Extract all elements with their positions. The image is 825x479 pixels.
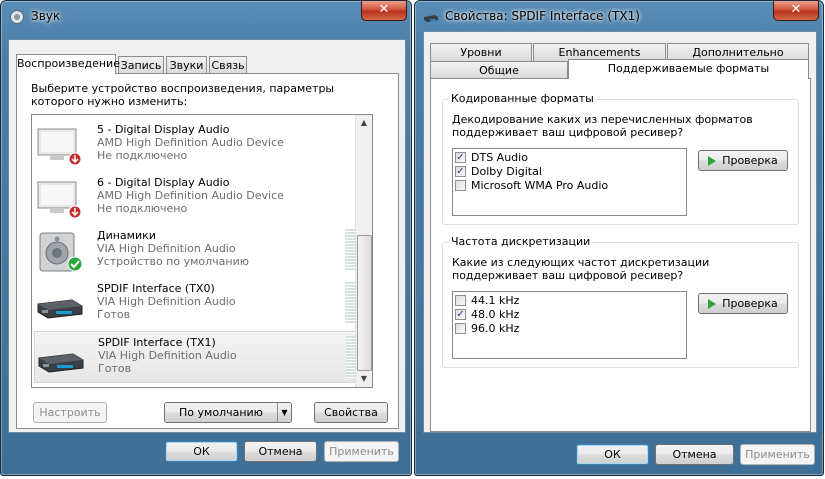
instruction-text: Выберите устройство воспроизведения, пар… bbox=[31, 82, 335, 108]
device-status: Готов bbox=[97, 308, 131, 321]
tab-supported-formats[interactable]: Поддерживаемые форматы bbox=[568, 59, 809, 79]
sound-client: Воспроизведение Запись Звуки Связь Выбер… bbox=[8, 39, 406, 433]
properties-titlebar[interactable]: Свойства: SPDIF Interface (TX1) ✕ bbox=[415, 1, 823, 31]
device-name: SPDIF Interface (TX1) bbox=[98, 336, 216, 349]
set-default-label: По умолчанию bbox=[179, 406, 263, 419]
play-icon bbox=[708, 156, 717, 166]
sample-rate-group: Частота дискретизации Какие из следующих… bbox=[442, 235, 799, 368]
device-name: 5 - Digital Display Audio bbox=[97, 123, 230, 136]
formats-panel: Кодированные форматы Декодирование каких… bbox=[430, 78, 811, 432]
test-encoded-button[interactable]: Проверка bbox=[698, 150, 788, 171]
sample-rate-title: Частота дискретизации bbox=[449, 235, 593, 248]
list-item[interactable]: SPDIF Interface (TX0) VIA High Definitio… bbox=[34, 278, 362, 330]
list-item[interactable]: Динамики VIA High Definition Audio Устро… bbox=[34, 225, 362, 277]
device-name: Динамики bbox=[97, 229, 156, 242]
device-driver: VIA High Definition Audio bbox=[98, 349, 237, 362]
format-label: Microsoft WMA Pro Audio bbox=[471, 179, 609, 192]
encoded-formats-list[interactable]: ✓ DTS Audio ✓ Dolby Digital Microsoft WM… bbox=[452, 148, 687, 216]
test-label: Проверка bbox=[722, 154, 778, 167]
apply-button[interactable]: Применить bbox=[740, 444, 815, 465]
test-label: Проверка bbox=[722, 297, 778, 310]
rate-question: Какие из следующих частот дискретизации … bbox=[452, 256, 710, 282]
checkbox-96[interactable] bbox=[455, 323, 466, 334]
device-list-scrollbar[interactable]: ▲ ▼ bbox=[355, 115, 372, 387]
play-icon bbox=[708, 299, 717, 309]
test-rate-button[interactable]: Проверка bbox=[698, 293, 788, 314]
rate-label: 44.1 kHz bbox=[471, 294, 520, 307]
tab-levels[interactable]: Уровни bbox=[430, 43, 532, 61]
device-status: Не подключено bbox=[97, 149, 188, 162]
properties-window: Свойства: SPDIF Interface (TX1) ✕ Уровни… bbox=[414, 0, 824, 476]
playback-panel: Выберите устройство воспроизведения, пар… bbox=[16, 73, 399, 429]
apply-button[interactable]: Применить bbox=[324, 441, 399, 462]
scroll-up-icon[interactable]: ▲ bbox=[356, 115, 372, 131]
rate-label: 48.0 kHz bbox=[471, 308, 520, 321]
encoded-formats-title: Кодированные форматы bbox=[449, 92, 596, 105]
device-status: Не подключено bbox=[97, 202, 188, 215]
checkbox-44[interactable] bbox=[455, 295, 466, 306]
device-status: Устройство по умолчанию bbox=[97, 255, 250, 268]
device-name: 6 - Digital Display Audio bbox=[97, 176, 230, 189]
device-status: Готов bbox=[98, 362, 132, 375]
sound-window: Звук ✕ Воспроизведение Запись Звуки Связ… bbox=[0, 0, 412, 476]
encoded-question: Декодирование каких из перечисленных фор… bbox=[452, 113, 753, 139]
speaker-default-icon bbox=[39, 232, 83, 272]
scroll-thumb[interactable] bbox=[357, 235, 372, 371]
close-icon: ✕ bbox=[790, 2, 802, 17]
list-item[interactable]: SPDIF Interface (TX1) VIA High Definitio… bbox=[34, 331, 362, 383]
properties-button[interactable]: Свойства bbox=[314, 402, 388, 423]
ok-button[interactable]: ОК bbox=[576, 444, 649, 465]
monitor-disconnected-icon bbox=[37, 128, 82, 166]
device-driver: VIA High Definition Audio bbox=[97, 242, 236, 255]
close-icon: ✕ bbox=[378, 2, 390, 17]
checkbox-dts[interactable]: ✓ bbox=[455, 152, 466, 163]
cancel-button[interactable]: Отмена bbox=[244, 441, 317, 462]
spdif-receiver-icon bbox=[37, 299, 83, 319]
tab-sounds[interactable]: Звуки bbox=[166, 56, 207, 74]
ok-button[interactable]: ОК bbox=[165, 441, 238, 462]
monitor-disconnected-icon bbox=[37, 181, 82, 219]
list-item[interactable]: 6 - Digital Display Audio AMD High Defin… bbox=[34, 172, 362, 224]
set-default-button[interactable]: По умолчанию ▼ bbox=[164, 402, 292, 423]
speaker-app-icon bbox=[10, 10, 24, 24]
sample-rate-list[interactable]: 44.1 kHz ✓ 48.0 kHz 96.0 kHz bbox=[452, 291, 687, 359]
format-label: Dolby Digital bbox=[471, 165, 542, 178]
sound-titlebar[interactable]: Звук ✕ bbox=[1, 1, 411, 31]
close-button[interactable]: ✕ bbox=[773, 1, 819, 21]
chevron-down-icon[interactable]: ▼ bbox=[277, 403, 291, 422]
cancel-button[interactable]: Отмена bbox=[655, 444, 734, 465]
tab-general[interactable]: Общие bbox=[430, 61, 568, 79]
checkbox-dolby[interactable]: ✓ bbox=[455, 166, 466, 177]
list-item[interactable]: 5 - Digital Display Audio AMD High Defin… bbox=[34, 119, 362, 171]
device-driver: VIA High Definition Audio bbox=[97, 295, 236, 308]
encoded-formats-group: Кодированные форматы Декодирование каких… bbox=[442, 92, 799, 225]
tab-communications[interactable]: Связь bbox=[209, 56, 247, 74]
scroll-down-icon[interactable]: ▼ bbox=[356, 371, 372, 387]
device-driver: AMD High Definition Audio Device bbox=[97, 136, 284, 149]
checkbox-wma[interactable] bbox=[455, 180, 466, 191]
sound-title: Звук bbox=[31, 9, 61, 23]
device-driver: AMD High Definition Audio Device bbox=[97, 189, 284, 202]
device-list[interactable]: 5 - Digital Display Audio AMD High Defin… bbox=[31, 114, 373, 388]
tab-playback[interactable]: Воспроизведение bbox=[16, 54, 120, 74]
spdif-app-icon bbox=[424, 15, 438, 22]
rate-label: 96.0 kHz bbox=[471, 322, 520, 335]
properties-title: Свойства: SPDIF Interface (TX1) bbox=[445, 9, 640, 23]
close-button[interactable]: ✕ bbox=[361, 1, 407, 21]
format-label: DTS Audio bbox=[471, 151, 528, 164]
device-name: SPDIF Interface (TX0) bbox=[97, 282, 215, 295]
tab-recording[interactable]: Запись bbox=[118, 56, 164, 74]
properties-client: Уровни Enhancements Дополнительно Общие … bbox=[423, 31, 817, 433]
configure-button[interactable]: Настроить bbox=[33, 402, 107, 423]
spdif-receiver-icon bbox=[38, 353, 84, 373]
checkbox-48[interactable]: ✓ bbox=[455, 309, 466, 320]
